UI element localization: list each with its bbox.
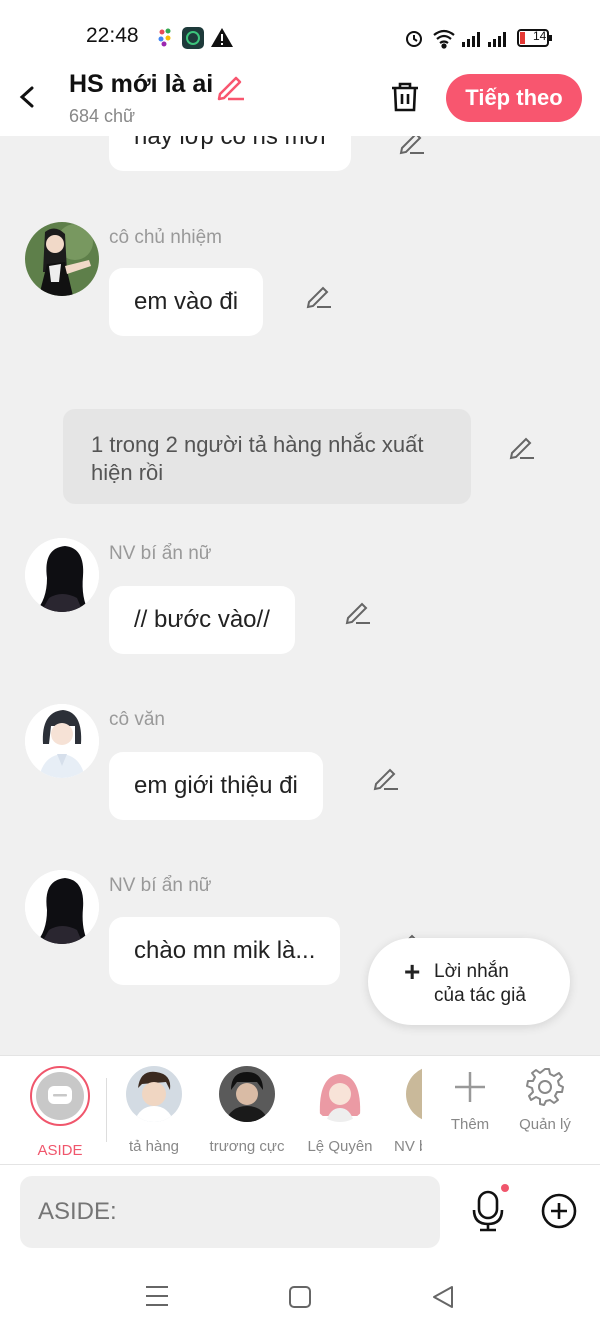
recent-apps-button[interactable] [144, 1284, 170, 1313]
character-truong-cuc[interactable]: trương cực [205, 1066, 289, 1155]
status-time: 22:48 [86, 24, 139, 47]
back-nav-button[interactable] [430, 1284, 456, 1315]
pencil-icon [306, 286, 331, 309]
avatar-co-chu-nhiem[interactable] [25, 222, 99, 296]
divider [106, 1078, 107, 1142]
character-aside[interactable]: ASIDE [20, 1066, 100, 1159]
character-le-quyen[interactable]: Lệ Quyên [300, 1066, 380, 1155]
message-bubble[interactable]: em giới thiệu đi [109, 752, 323, 820]
edit-narration-button[interactable] [508, 433, 536, 461]
silhouette-icon [25, 870, 99, 944]
triangle-back-icon [433, 1286, 453, 1308]
next-button[interactable]: Tiếp theo [446, 74, 582, 122]
avatar [219, 1066, 275, 1122]
message-bubble[interactable]: em vào đi [109, 268, 264, 336]
menu-lines-icon [146, 1286, 168, 1306]
back-button[interactable] [14, 80, 44, 114]
character-nv-bi-an-nu[interactable]: NV bí ẩn nữ [392, 1066, 422, 1156]
message-bubble[interactable]: hay lớp có hs mới [109, 136, 351, 171]
author-note-line2: của tác giả [434, 985, 526, 1006]
add-content-button[interactable] [540, 1192, 578, 1230]
manage-button[interactable]: Quản lý [512, 1066, 578, 1133]
plus-icon [455, 1072, 485, 1102]
chevron-left-icon [19, 86, 34, 108]
battery-level: 14 [533, 29, 547, 43]
avatar [312, 1066, 368, 1122]
wifi-icon [433, 29, 455, 49]
character-name: NV bí ẩn nữ [109, 875, 212, 896]
square-icon [289, 1286, 311, 1308]
avatar [126, 1066, 182, 1122]
home-button[interactable] [288, 1285, 312, 1314]
narration-block[interactable]: 1 trong 2 người tả hàng nhắc xuất hiện r… [63, 409, 471, 504]
trash-icon [392, 82, 418, 112]
character-name: cô văn [109, 709, 165, 730]
pencil-icon [509, 437, 534, 460]
character-label: ASIDE [37, 1142, 83, 1159]
character-label: trương cực [209, 1138, 285, 1155]
microphone-button[interactable] [470, 1184, 510, 1234]
avatar-co-van[interactable] [25, 704, 99, 778]
chat-bubble-icon [48, 1086, 72, 1104]
story-title: HS mới là ai [69, 70, 214, 98]
shield-app-icon [182, 27, 204, 49]
character-label: NV bí ẩn nữ [394, 1138, 422, 1155]
pencil-icon [399, 136, 424, 155]
pencil-icon [217, 76, 244, 101]
delete-button[interactable] [388, 80, 422, 114]
edit-message-button[interactable] [305, 282, 333, 310]
add-label: Thêm [450, 1116, 490, 1133]
partial-message: hay lớp có hs mới [0, 136, 600, 171]
plus-circle-icon [541, 1193, 577, 1229]
author-note-button[interactable]: + Lời nhắn của tác giả [368, 938, 570, 1025]
avatar [406, 1066, 422, 1122]
silhouette-icon [25, 538, 99, 612]
edit-message-button[interactable] [344, 598, 372, 626]
edit-message-button[interactable] [372, 764, 400, 792]
word-count: 684 chữ [69, 106, 136, 126]
edit-title-button[interactable] [214, 72, 246, 107]
pencil-icon [373, 768, 398, 791]
avatar-nv-bi-an-nu[interactable] [25, 538, 99, 612]
status-icons-left [156, 26, 246, 55]
add-character-button[interactable]: Thêm [440, 1066, 500, 1133]
character-name: cô chủ nhiệm [109, 227, 223, 248]
signal-icon [462, 32, 506, 47]
character-name: NV bí ẩn nữ [109, 543, 212, 564]
app-dots-icon [158, 28, 171, 47]
alarm-icon [406, 31, 422, 47]
avatar-nv-bi-an-nu[interactable] [25, 870, 99, 944]
character-ta-hang[interactable]: tả hàng [114, 1066, 194, 1155]
warning-icon [211, 28, 233, 47]
manage-label: Quản lý [519, 1116, 571, 1133]
author-note-line1: Lời nhắn [434, 961, 509, 982]
message-input[interactable] [20, 1176, 440, 1248]
plus-icon: + [404, 956, 421, 987]
message-bubble[interactable]: // bước vào// [109, 586, 295, 654]
character-label: tả hàng [128, 1138, 180, 1155]
message-bubble[interactable]: chào mn mik là... [109, 917, 341, 985]
character-label: Lệ Quyên [307, 1138, 373, 1155]
gear-icon [526, 1068, 564, 1106]
pencil-icon [345, 602, 370, 625]
microphone-icon [472, 1184, 509, 1232]
